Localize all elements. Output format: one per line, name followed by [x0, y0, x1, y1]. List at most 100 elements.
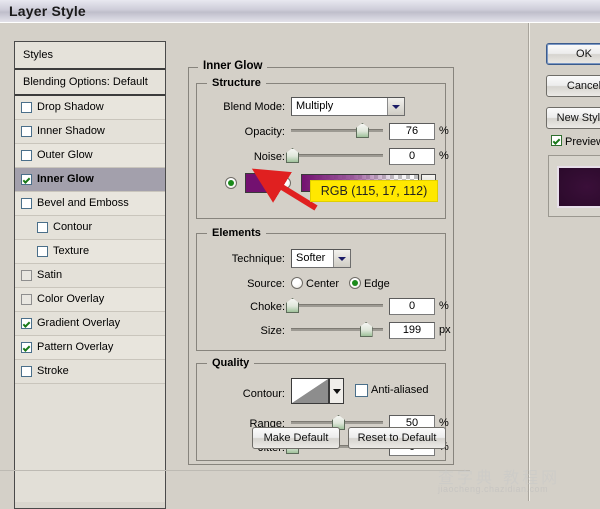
style-item-label: Texture [53, 240, 89, 263]
choke-slider[interactable] [291, 298, 383, 312]
technique-label: Technique: [201, 253, 285, 265]
blending-options-row[interactable]: Blending Options: Default [15, 70, 165, 96]
choke-slider-track [291, 304, 383, 307]
style-item-contour[interactable]: Contour [15, 216, 165, 240]
style-item-stroke[interactable]: Stroke [15, 360, 165, 384]
inner-glow-group-label: Inner Glow [198, 60, 267, 72]
noise-label: Noise: [201, 151, 285, 163]
checkbox-pattern-overlay[interactable] [21, 342, 32, 353]
checkbox-drop-shadow[interactable] [21, 102, 32, 113]
quality-group-label: Quality [207, 357, 254, 369]
blend-mode-combo[interactable]: Multiply [291, 97, 405, 116]
source-label: Source: [201, 278, 285, 290]
size-slider-knob[interactable] [360, 322, 373, 337]
watermark-en: jiaocheng.chazidian.com [438, 484, 548, 494]
fill-color-radio[interactable] [225, 177, 237, 189]
opacity-slider[interactable] [291, 123, 383, 137]
style-item-label: Drop Shadow [37, 96, 104, 119]
choke-unit: % [439, 300, 449, 312]
size-label: Size: [201, 325, 285, 337]
checkbox-contour[interactable] [37, 222, 48, 233]
noise-input[interactable]: 0 [389, 148, 435, 165]
style-item-label: Inner Glow [37, 168, 94, 191]
elements-group: Elements Technique: Softer Source: Cente… [196, 233, 446, 351]
styles-list-filler [15, 384, 165, 502]
checkbox-inner-shadow[interactable] [21, 126, 32, 137]
window-title: Layer Style [9, 3, 86, 19]
elements-group-label: Elements [207, 227, 266, 239]
contour-dropdown-icon[interactable] [329, 378, 344, 404]
style-item-pattern-overlay[interactable]: Pattern Overlay [15, 336, 165, 360]
checkbox-stroke[interactable] [21, 366, 32, 377]
layer-style-dialog: Layer Style Styles Blending Options: Def… [0, 0, 600, 500]
checkbox-gradient-overlay[interactable] [21, 318, 32, 329]
size-unit: px [439, 324, 451, 336]
structure-group-label: Structure [207, 77, 266, 89]
style-item-gradient-overlay[interactable]: Gradient Overlay [15, 312, 165, 336]
blend-mode-value: Multiply [296, 100, 333, 112]
checkbox-texture[interactable] [37, 246, 48, 257]
style-item-label: Pattern Overlay [37, 336, 113, 359]
checkbox-color-overlay[interactable] [21, 294, 32, 305]
blend-mode-label: Blend Mode: [201, 101, 285, 113]
choke-label: Choke: [201, 301, 285, 313]
opacity-slider-track [291, 129, 383, 132]
watermark-rule [0, 470, 470, 471]
contour-preview[interactable] [291, 378, 329, 404]
style-item-label: Outer Glow [37, 144, 93, 167]
style-item-label: Bevel and Emboss [37, 192, 129, 215]
source-edge-label[interactable]: Edge [364, 278, 404, 290]
ok-button[interactable]: OK [546, 43, 600, 65]
preview-label: Preview [565, 136, 600, 148]
size-slider[interactable] [291, 322, 383, 336]
preview-checkbox[interactable] [551, 135, 562, 146]
style-item-inner-shadow[interactable]: Inner Shadow [15, 120, 165, 144]
style-item-inner-glow[interactable]: Inner Glow [15, 168, 165, 192]
size-input[interactable]: 199 [389, 322, 435, 339]
checkbox-inner-glow[interactable] [21, 174, 32, 185]
technique-combo[interactable]: Softer [291, 249, 351, 268]
source-center-radio[interactable] [291, 277, 303, 289]
style-item-label: Satin [37, 264, 62, 287]
choke-slider-knob[interactable] [286, 298, 299, 313]
inner-glow-panel: Structure Blend Mode: Multiply Opacity: … [188, 57, 454, 465]
checkbox-satin[interactable] [21, 270, 32, 281]
opacity-input[interactable]: 76 [389, 123, 435, 140]
style-item-label: Gradient Overlay [37, 312, 120, 335]
chevron-down-icon[interactable] [333, 250, 350, 267]
styles-list[interactable]: Styles Blending Options: Default Drop Sh… [14, 41, 166, 509]
style-item-label: Inner Shadow [37, 120, 105, 143]
anti-aliased-checkbox[interactable] [355, 384, 368, 397]
noise-slider-track [291, 154, 383, 157]
choke-input[interactable]: 0 [389, 298, 435, 315]
noise-unit: % [439, 150, 449, 162]
styles-rows[interactable]: Drop ShadowInner ShadowOuter GlowInner G… [15, 96, 165, 384]
style-item-label: Contour [53, 216, 92, 239]
noise-slider[interactable] [291, 148, 383, 162]
noise-slider-knob[interactable] [286, 148, 299, 163]
checkbox-outer-glow[interactable] [21, 150, 32, 161]
style-item-color-overlay[interactable]: Color Overlay [15, 288, 165, 312]
new-style-button[interactable]: New Style... [546, 107, 600, 129]
style-item-outer-glow[interactable]: Outer Glow [15, 144, 165, 168]
anti-aliased-label[interactable]: Anti-aliased [371, 384, 451, 396]
opacity-slider-knob[interactable] [356, 123, 369, 138]
opacity-unit: % [439, 125, 449, 137]
cancel-button[interactable]: Cancel [546, 75, 600, 97]
style-item-satin[interactable]: Satin [15, 264, 165, 288]
annotation-tooltip: RGB (115, 17, 112) [310, 180, 438, 202]
dialog-body: Styles Blending Options: Default Drop Sh… [0, 22, 600, 501]
preview-row[interactable]: Preview [551, 135, 600, 148]
style-item-bevel-and-emboss[interactable]: Bevel and Emboss [15, 192, 165, 216]
reset-to-default-button[interactable]: Reset to Default [348, 427, 446, 449]
make-default-button[interactable]: Make Default [252, 427, 340, 449]
style-item-texture[interactable]: Texture [15, 240, 165, 264]
style-item-label: Color Overlay [37, 288, 104, 311]
technique-value: Softer [296, 252, 325, 264]
style-item-drop-shadow[interactable]: Drop Shadow [15, 96, 165, 120]
opacity-label: Opacity: [201, 126, 285, 138]
chevron-down-icon[interactable] [387, 98, 404, 115]
source-edge-radio[interactable] [349, 277, 361, 289]
checkbox-bevel-and-emboss[interactable] [21, 198, 32, 209]
contour-curve-graphic [292, 379, 328, 403]
